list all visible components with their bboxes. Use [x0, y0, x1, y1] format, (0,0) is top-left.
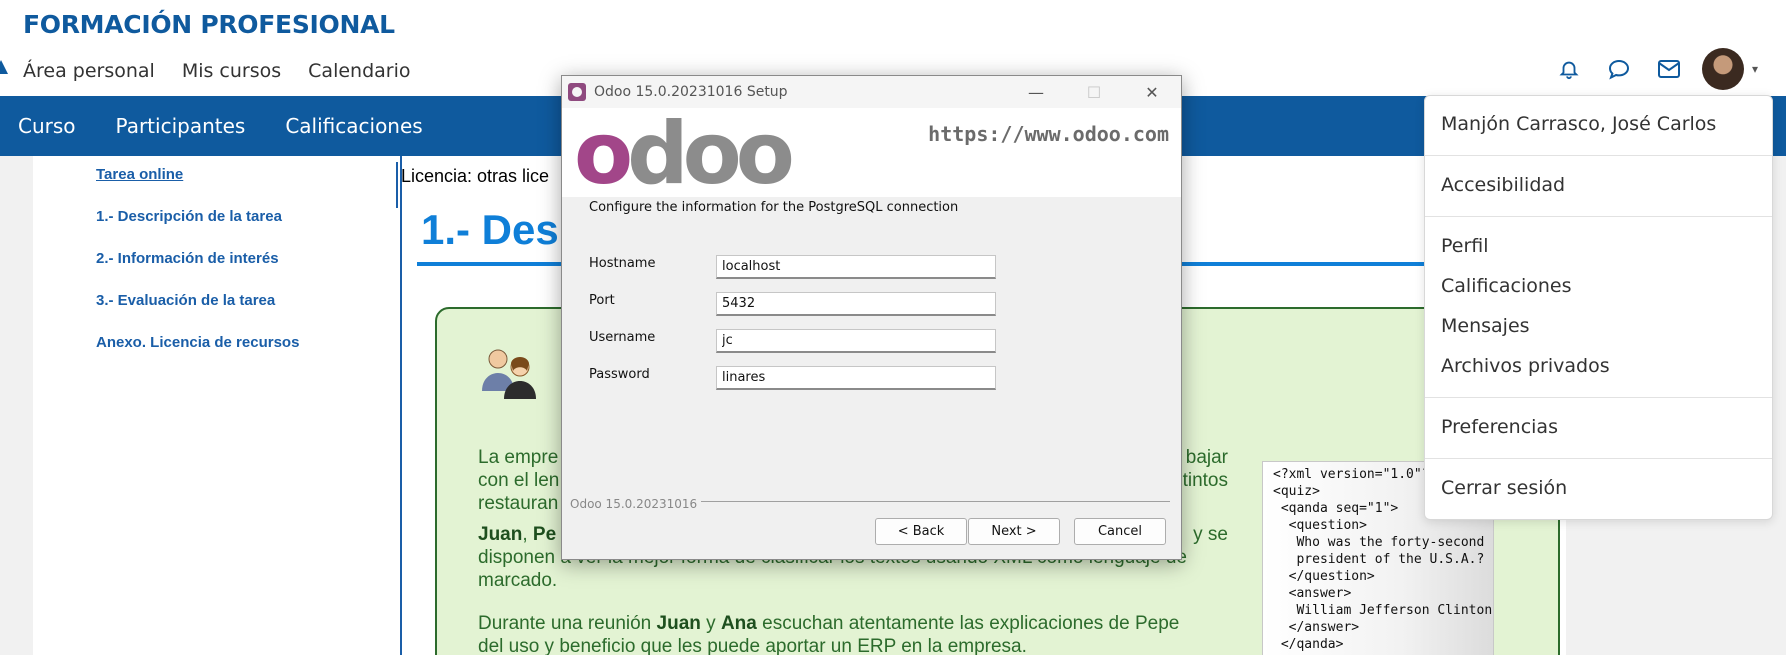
- menu-item-mensajes[interactable]: Mensajes: [1441, 315, 1530, 337]
- toc-item-informacion[interactable]: 2.- Información de interés: [96, 250, 299, 292]
- menu-separator: [1425, 155, 1772, 156]
- licencia-text: Licencia: otras lice: [401, 166, 550, 186]
- user-name[interactable]: Manjón Carrasco, José Carlos: [1441, 113, 1716, 135]
- menu-item-accesibilidad[interactable]: Accesibilidad: [1441, 174, 1565, 196]
- hostname-field[interactable]: [716, 255, 996, 279]
- username-field[interactable]: [716, 329, 996, 353]
- password-field[interactable]: [716, 366, 996, 390]
- nav-mis-cursos[interactable]: Mis cursos: [182, 60, 281, 82]
- user-menu: Manjón Carrasco, José Carlos Accesibilid…: [1424, 95, 1773, 520]
- toc-item-descripcion[interactable]: 1.- Descripción de la tarea: [96, 208, 299, 250]
- close-button[interactable]: ✕: [1123, 76, 1181, 108]
- top-navigation: Área personal Mis cursos Calendario: [23, 60, 411, 82]
- left-margin: [0, 156, 33, 655]
- menu-item-perfil[interactable]: Perfil: [1441, 235, 1489, 257]
- menu-item-archivos-privados[interactable]: Archivos privados: [1441, 355, 1610, 377]
- password-label: Password: [589, 367, 650, 382]
- version-separator: Odoo 15.0.20231016: [570, 493, 1170, 511]
- table-of-contents: Tarea online 1.- Descripción de la tarea…: [96, 166, 299, 376]
- menu-separator: [1425, 458, 1772, 459]
- toc-item-tarea-online[interactable]: Tarea online: [96, 166, 299, 208]
- menu-item-calificaciones[interactable]: Calificaciones: [1441, 275, 1572, 297]
- menu-separator: [1425, 216, 1772, 217]
- odoo-url: https://www.odoo.com: [928, 122, 1169, 146]
- setup-dialog: Odoo 15.0.20231016 Setup — ☐ ✕ odoo http…: [561, 75, 1182, 560]
- next-button[interactable]: Next >: [968, 518, 1060, 545]
- page: FORMACIÓN PROFESIONAL Área personal Mis …: [0, 0, 1786, 655]
- chevron-down-icon[interactable]: ▾: [1752, 62, 1758, 76]
- licencia-bar: [396, 162, 398, 208]
- left-accent: [0, 60, 8, 74]
- window-controls: — ☐ ✕: [1007, 76, 1181, 108]
- mail-icon[interactable]: [1644, 59, 1694, 79]
- username-label: Username: [589, 330, 656, 345]
- minimize-button[interactable]: —: [1007, 76, 1065, 108]
- nav-area-personal[interactable]: Área personal: [23, 60, 155, 82]
- paragraph-3: Durante una reunión Juan y Ana escuchan …: [478, 613, 1180, 655]
- hostname-label: Hostname: [589, 256, 656, 271]
- menu-separator: [1425, 397, 1772, 398]
- avatar[interactable]: [1701, 48, 1744, 90]
- tab-calificaciones[interactable]: Calificaciones: [285, 114, 422, 138]
- people-icon: [482, 349, 536, 399]
- content-divider: [400, 156, 402, 655]
- back-button[interactable]: < Back: [875, 518, 967, 545]
- port-label: Port: [589, 293, 615, 308]
- dialog-banner: odoo https://www.odoo.com: [562, 108, 1181, 197]
- toc-item-anexo[interactable]: Anexo. Licencia de recursos: [96, 334, 299, 376]
- version-label: Odoo 15.0.20231016: [570, 497, 702, 511]
- chat-icon[interactable]: [1594, 58, 1644, 80]
- menu-item-preferencias[interactable]: Preferencias: [1441, 416, 1558, 438]
- section-heading: 1.- Des: [421, 206, 559, 253]
- dialog-title: Odoo 15.0.20231016 Setup: [594, 84, 788, 100]
- cancel-button[interactable]: Cancel: [1074, 518, 1166, 545]
- nav-calendario[interactable]: Calendario: [308, 60, 410, 82]
- odoo-app-icon: [568, 83, 586, 101]
- maximize-button: ☐: [1086, 82, 1102, 102]
- odoo-logo: odoo: [574, 104, 795, 204]
- menu-item-cerrar-sesion[interactable]: Cerrar sesión: [1441, 477, 1567, 499]
- toc-item-evaluacion[interactable]: 3.- Evaluación de la tarea: [96, 292, 299, 334]
- site-title[interactable]: FORMACIÓN PROFESIONAL: [23, 10, 395, 39]
- bell-icon[interactable]: [1544, 58, 1594, 80]
- tab-participantes[interactable]: Participantes: [116, 114, 246, 138]
- port-field[interactable]: [716, 292, 996, 316]
- dialog-subtitle: Configure the information for the Postgr…: [589, 200, 959, 215]
- tab-curso[interactable]: Curso: [18, 114, 76, 138]
- header-icons: ▾: [1544, 46, 1786, 92]
